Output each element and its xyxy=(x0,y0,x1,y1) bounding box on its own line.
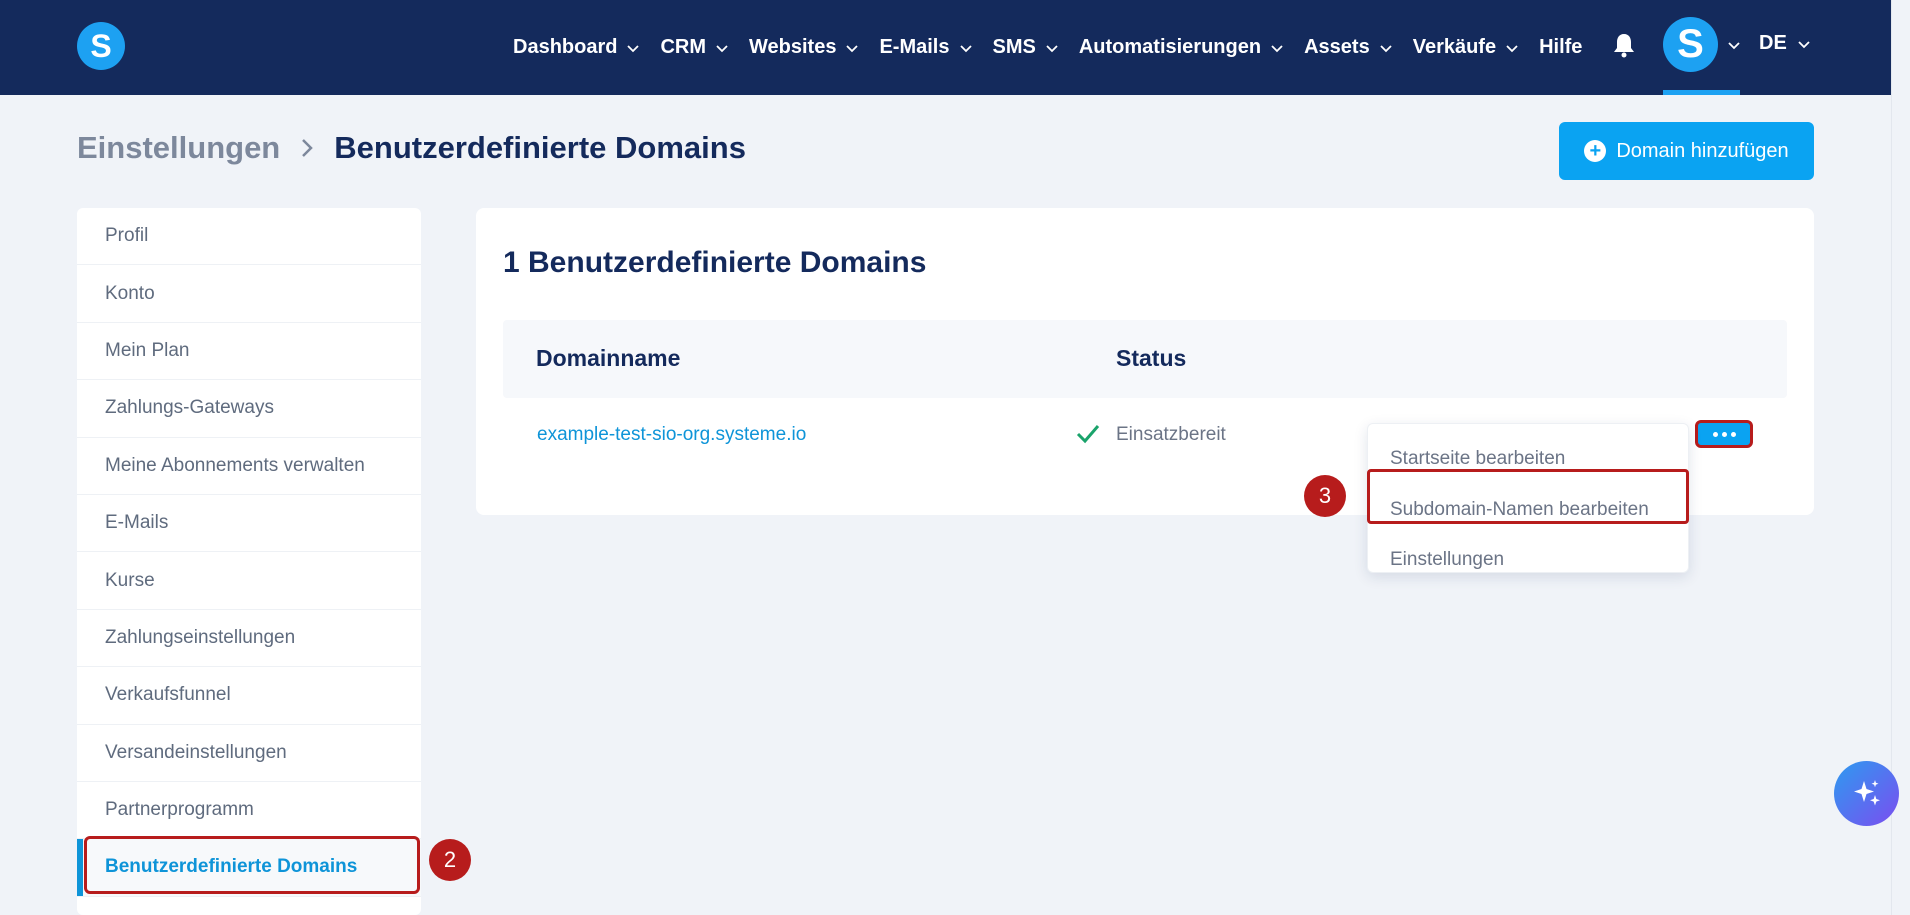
chevron-down-icon xyxy=(846,44,859,52)
nav-label: Verkäufe xyxy=(1412,36,1497,58)
main-nav: Dashboard CRM Websites E-Mails SMS Autom… xyxy=(513,0,1602,95)
systeme-logo[interactable]: S xyxy=(77,22,125,70)
sidebar-item-konto[interactable]: Konto xyxy=(77,265,421,323)
column-header-status: Status xyxy=(1116,345,1187,371)
menu-item-startseite-bearbeiten[interactable]: Startseite bearbeiten xyxy=(1390,448,1565,470)
chevron-right-icon xyxy=(302,139,314,157)
table-header: Domainname Status xyxy=(503,320,1787,398)
more-actions-button[interactable] xyxy=(1695,420,1753,448)
more-dots-icon xyxy=(1712,431,1718,437)
user-avatar[interactable]: S xyxy=(1663,17,1718,72)
status-text: Einsatzbereit xyxy=(1116,424,1226,445)
ai-assistant-button[interactable] xyxy=(1834,761,1899,826)
nav-assets[interactable]: Assets xyxy=(1304,36,1393,59)
bell-icon[interactable] xyxy=(1612,32,1636,58)
sidebar-item-abonnements[interactable]: Meine Abonnements verwalten xyxy=(77,438,421,495)
sidebar-item-zahlungseinstellungen[interactable]: Zahlungseinstellungen xyxy=(77,610,421,668)
chevron-down-icon xyxy=(1798,40,1810,48)
sidebar-item-verkaufsfunnel[interactable]: Verkaufsfunnel xyxy=(77,667,421,725)
nav-label: CRM xyxy=(660,36,707,58)
chevron-down-icon xyxy=(959,44,972,52)
breadcrumb: Einstellungen Benutzerdefinierte Domains xyxy=(77,130,746,166)
nav-dashboard[interactable]: Dashboard xyxy=(513,36,640,59)
add-domain-label: Domain hinzufügen xyxy=(1616,139,1789,162)
nav-label: Websites xyxy=(749,36,837,58)
more-dots-icon xyxy=(1730,431,1736,437)
nav-label: Dashboard xyxy=(513,36,618,58)
nav-hilfe[interactable]: Hilfe xyxy=(1539,36,1582,59)
add-domain-button[interactable]: + Domain hinzufügen xyxy=(1559,122,1814,180)
active-tab-indicator xyxy=(1663,90,1740,95)
language-label: DE xyxy=(1759,32,1787,54)
highlight-box-dropdown xyxy=(1367,469,1689,524)
nav-label: Automatisierungen xyxy=(1078,36,1262,58)
sidebar-item-versandeinstellungen[interactable]: Versandeinstellungen xyxy=(77,725,421,782)
top-navbar: S Dashboard CRM Websites E-Mails SMS Aut… xyxy=(0,0,1891,95)
settings-sidebar: Profil Konto Mein Plan Zahlungs-Gateways… xyxy=(77,208,421,915)
nav-label: Hilfe xyxy=(1539,36,1583,58)
sidebar-item-kurse[interactable]: Kurse xyxy=(77,552,421,610)
sidebar-item-mein-plan[interactable]: Mein Plan xyxy=(77,323,421,381)
nav-label: SMS xyxy=(992,36,1036,58)
chevron-down-icon xyxy=(627,44,640,52)
step-marker-3: 3 xyxy=(1304,475,1346,517)
nav-crm[interactable]: CRM xyxy=(660,36,729,59)
chevron-down-icon xyxy=(1271,44,1283,52)
card-title: 1 Benutzerdefinierte Domains xyxy=(503,246,927,279)
nav-label: Assets xyxy=(1304,36,1370,58)
language-selector[interactable]: DE xyxy=(1759,32,1811,55)
column-header-domain: Domainname xyxy=(536,345,681,371)
sidebar-item-partnerprogramm[interactable]: Partnerprogramm xyxy=(77,782,421,840)
chevron-down-icon xyxy=(716,44,728,52)
sidebar-item-emails[interactable]: E-Mails xyxy=(77,495,421,553)
sparkles-icon xyxy=(1853,779,1880,805)
check-icon xyxy=(1076,425,1100,444)
more-dots-icon xyxy=(1721,431,1727,437)
nav-label: E-Mails xyxy=(879,36,950,58)
nav-emails[interactable]: E-Mails xyxy=(879,36,972,59)
highlight-box-sidebar xyxy=(84,836,420,894)
plus-circle-icon: + xyxy=(1584,140,1607,162)
breadcrumb-parent[interactable]: Einstellungen xyxy=(77,130,280,166)
nav-automatisierungen[interactable]: Automatisierungen xyxy=(1079,36,1284,59)
nav-websites[interactable]: Websites xyxy=(749,36,859,59)
chevron-down-icon[interactable] xyxy=(1727,38,1741,52)
chevron-down-icon xyxy=(1046,44,1058,52)
domain-link[interactable]: example-test-sio-org.systeme.io xyxy=(537,424,806,446)
page-title: Benutzerdefinierte Domains xyxy=(334,130,746,165)
chevron-down-icon xyxy=(1380,44,1392,52)
sidebar-item-profil[interactable]: Profil xyxy=(77,208,421,266)
step-marker-2: 2 xyxy=(429,839,471,881)
nav-sms[interactable]: SMS xyxy=(993,36,1059,59)
menu-item-einstellungen[interactable]: Einstellungen xyxy=(1390,549,1504,571)
sidebar-item-zahlungs-gateways[interactable]: Zahlungs-Gateways xyxy=(77,380,421,438)
chevron-down-icon xyxy=(1506,44,1518,52)
nav-verkaeufe[interactable]: Verkäufe xyxy=(1413,36,1519,59)
